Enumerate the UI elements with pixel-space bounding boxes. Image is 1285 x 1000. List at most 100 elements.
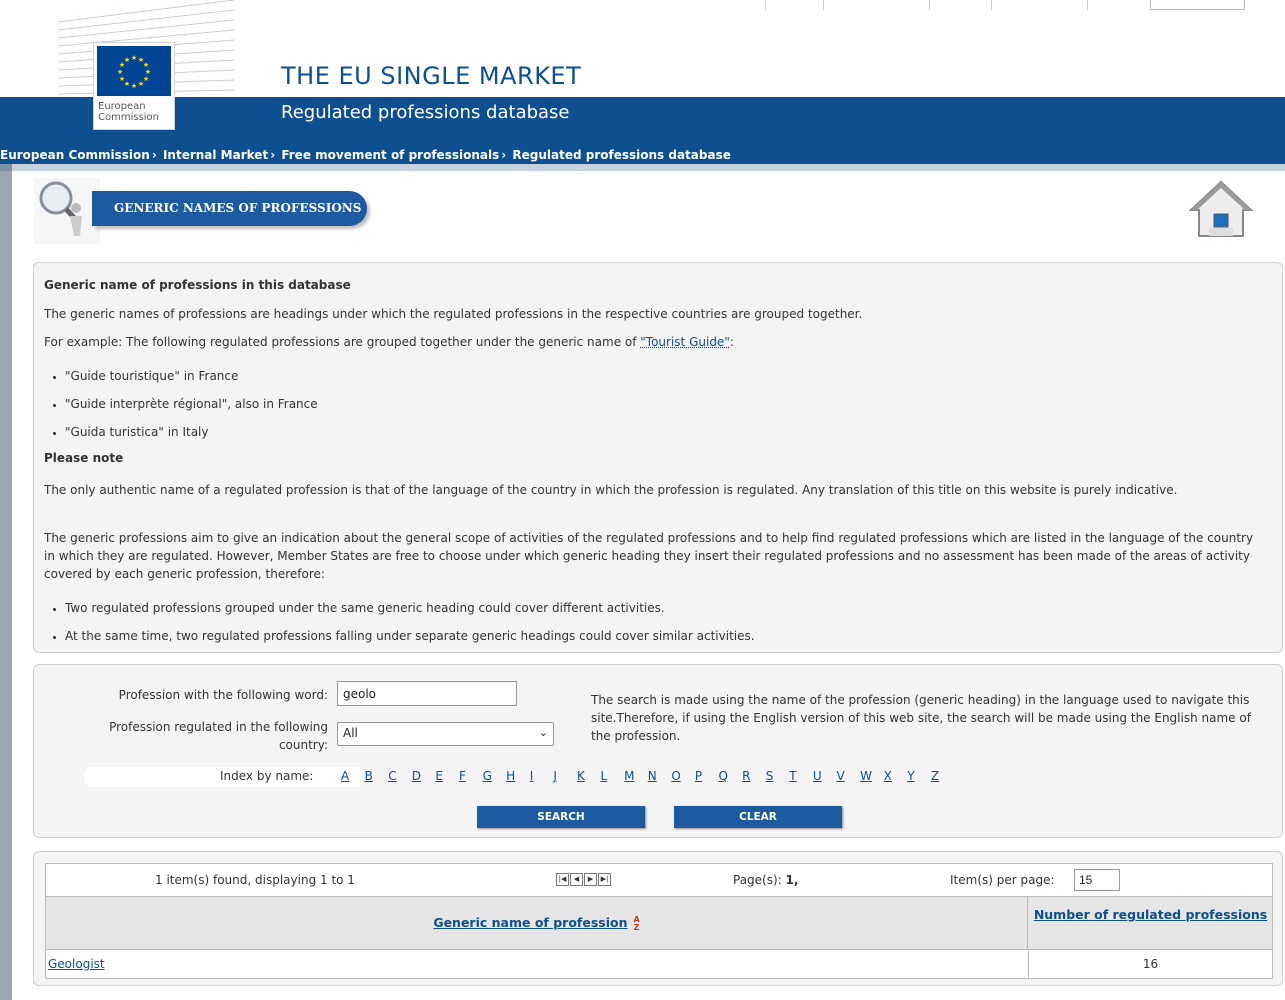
ec-logo[interactable]: ★ ★ ★ ★ ★ ★ ★ ★ ★ ★ ★ ★ European Commission [93, 42, 175, 130]
section-heading-tab: GENERIC NAMES OF PROFESSIONS [92, 191, 367, 226]
header-band [0, 97, 1285, 146]
table-row: Geologist 16 [46, 951, 1272, 978]
word-label: Profession with the following word: [118, 688, 328, 702]
svg-text:★: ★ [117, 68, 123, 76]
profession-count-cell: 16 [1142, 957, 1159, 971]
index-letter-link[interactable]: Q [719, 769, 743, 783]
breadcrumb-item[interactable]: European Commission [0, 148, 150, 162]
index-letter-link[interactable]: A [341, 769, 365, 783]
index-letter-link[interactable]: I [530, 769, 554, 783]
index-letter-link[interactable]: C [388, 769, 412, 783]
index-letter-link[interactable]: R [742, 769, 766, 783]
index-letter-link[interactable]: J [553, 769, 577, 783]
results-count: 1 item(s) found, displaying 1 to 1 [155, 873, 355, 887]
search-button[interactable]: SEARCH [477, 806, 645, 828]
info-text: For example: The following regulated pro… [44, 335, 641, 349]
svg-text:★: ★ [131, 82, 137, 90]
next-page-icon[interactable]: ▶ [584, 873, 597, 886]
info-paragraph: The only authentic name of a regulated p… [44, 483, 1178, 497]
country-select[interactable]: All ⌄ [337, 722, 554, 746]
index-letter-link[interactable]: K [577, 769, 601, 783]
svg-text:★: ★ [119, 75, 125, 83]
first-page-icon[interactable]: |◀ [556, 873, 569, 886]
country-select-value: All [343, 726, 358, 740]
per-page-label: Item(s) per page: [950, 873, 1055, 887]
svg-text:★: ★ [131, 54, 137, 62]
info-text: : [729, 335, 734, 349]
index-letter-link[interactable]: H [506, 769, 530, 783]
profession-name-cell: Geologist [48, 957, 105, 971]
index-letter-link[interactable]: U [813, 769, 837, 783]
index-letter-link[interactable]: X [884, 769, 908, 783]
last-page-icon[interactable]: ▶| [598, 873, 611, 886]
language-selector[interactable] [1150, 0, 1245, 10]
info-paragraph: The generic names of professions are hea… [44, 307, 863, 321]
breadcrumb: European Commission › Internal Market › Fr… [0, 146, 1285, 164]
column-header-count: Number of regulated professions [1029, 905, 1272, 925]
index-letter-link[interactable]: E [435, 769, 459, 783]
index-label: Index by name: [220, 769, 314, 783]
breadcrumb-shadow [0, 164, 1285, 171]
logo-line-2: Commission [98, 112, 160, 123]
table-header: Generic name of profession A Z Number of r… [46, 897, 1272, 950]
results-panel: 1 item(s) found, displaying 1 to 1 |◀ ◀ … [33, 851, 1283, 986]
index-letter-link[interactable]: V [836, 769, 860, 783]
search-help-text: The search is made using the name of the… [591, 693, 1251, 743]
profession-link[interactable]: Geologist [48, 957, 105, 971]
breadcrumb-item-current: Regulated professions database [512, 148, 731, 162]
sort-by-name-link[interactable]: Generic name of profession [433, 915, 627, 930]
sort-by-count-link[interactable]: Number of regulated professions [1034, 907, 1267, 922]
pager: |◀ ◀ ▶ ▶| [556, 873, 611, 886]
eu-flag-icon: ★ ★ ★ ★ ★ ★ ★ ★ ★ ★ ★ ★ [97, 46, 171, 96]
svg-text:★: ★ [138, 80, 144, 88]
index-letter-link[interactable]: G [483, 769, 507, 783]
site-subtitle: Regulated professions database [281, 102, 570, 123]
chevron-down-icon: ⌄ [538, 726, 548, 739]
column-header-name: Generic name of profession A Z [46, 897, 1028, 950]
index-letter-link[interactable]: M [624, 769, 648, 783]
clear-button[interactable]: CLEAR [674, 806, 842, 828]
search-panel: Profession with the following word: Prof… [33, 664, 1283, 838]
pages-value: 1, [785, 873, 799, 887]
site-title: THE EU SINGLE MARKET [281, 62, 582, 90]
logo-text: European Commission [98, 101, 159, 123]
list-item: "Guida turistica" in Italy [65, 425, 318, 453]
list-item: At the same time, two regulated professi… [65, 629, 755, 657]
breadcrumb-item[interactable]: Free movement of professionals [281, 148, 499, 162]
index-letter-link[interactable]: Y [907, 769, 931, 783]
index-letter-link[interactable]: W [860, 769, 884, 783]
sort-az-icon[interactable]: AZ [633, 915, 639, 932]
tourist-guide-link[interactable]: "Tourist Guide" [640, 335, 730, 349]
index-letter-link[interactable]: B [365, 769, 389, 783]
home-icon[interactable] [1187, 178, 1255, 240]
results-table: 1 item(s) found, displaying 1 to 1 |◀ ◀ … [45, 863, 1273, 979]
list-item: "Guide touristique" in France [65, 369, 318, 397]
index-letter-link[interactable]: N [648, 769, 672, 783]
note-title: Please note [44, 451, 124, 465]
example-list: "Guide touristique" in France "Guide int… [65, 369, 318, 453]
index-letter-link[interactable]: P [695, 769, 719, 783]
letter-index: ABCDEFGHIJKLMNOPQRSTUVWXYZ [341, 769, 954, 783]
profession-word-input[interactable] [337, 681, 517, 706]
prev-page-icon[interactable]: ◀ [570, 873, 583, 886]
pages-indicator: Page(s): 1, [733, 873, 798, 887]
info-title: Generic name of professions in this data… [44, 278, 351, 292]
breadcrumb-item[interactable]: Internal Market [163, 148, 268, 162]
country-label: Profession regulated in the following co… [109, 720, 328, 752]
index-letter-link[interactable]: Z [931, 769, 955, 783]
magnifier-person-icon [34, 178, 100, 244]
index-letter-link[interactable]: S [766, 769, 790, 783]
index-letter-link[interactable]: O [671, 769, 695, 783]
index-letter-link[interactable]: T [789, 769, 813, 783]
per-page-input[interactable] [1074, 869, 1120, 891]
list-item: "Guide interprète régional", also in Fra… [65, 397, 318, 425]
logo-line-1: European [98, 101, 146, 112]
svg-text:★: ★ [124, 56, 130, 64]
caveat-list: Two regulated professions grouped under … [65, 601, 755, 657]
index-letter-link[interactable]: D [412, 769, 436, 783]
index-letter-link[interactable]: L [601, 769, 625, 783]
pages-label: Page(s): [733, 873, 782, 887]
index-letter-link[interactable]: F [459, 769, 483, 783]
pager-row: 1 item(s) found, displaying 1 to 1 |◀ ◀ … [46, 864, 1272, 897]
list-item: Two regulated professions grouped under … [65, 601, 755, 629]
